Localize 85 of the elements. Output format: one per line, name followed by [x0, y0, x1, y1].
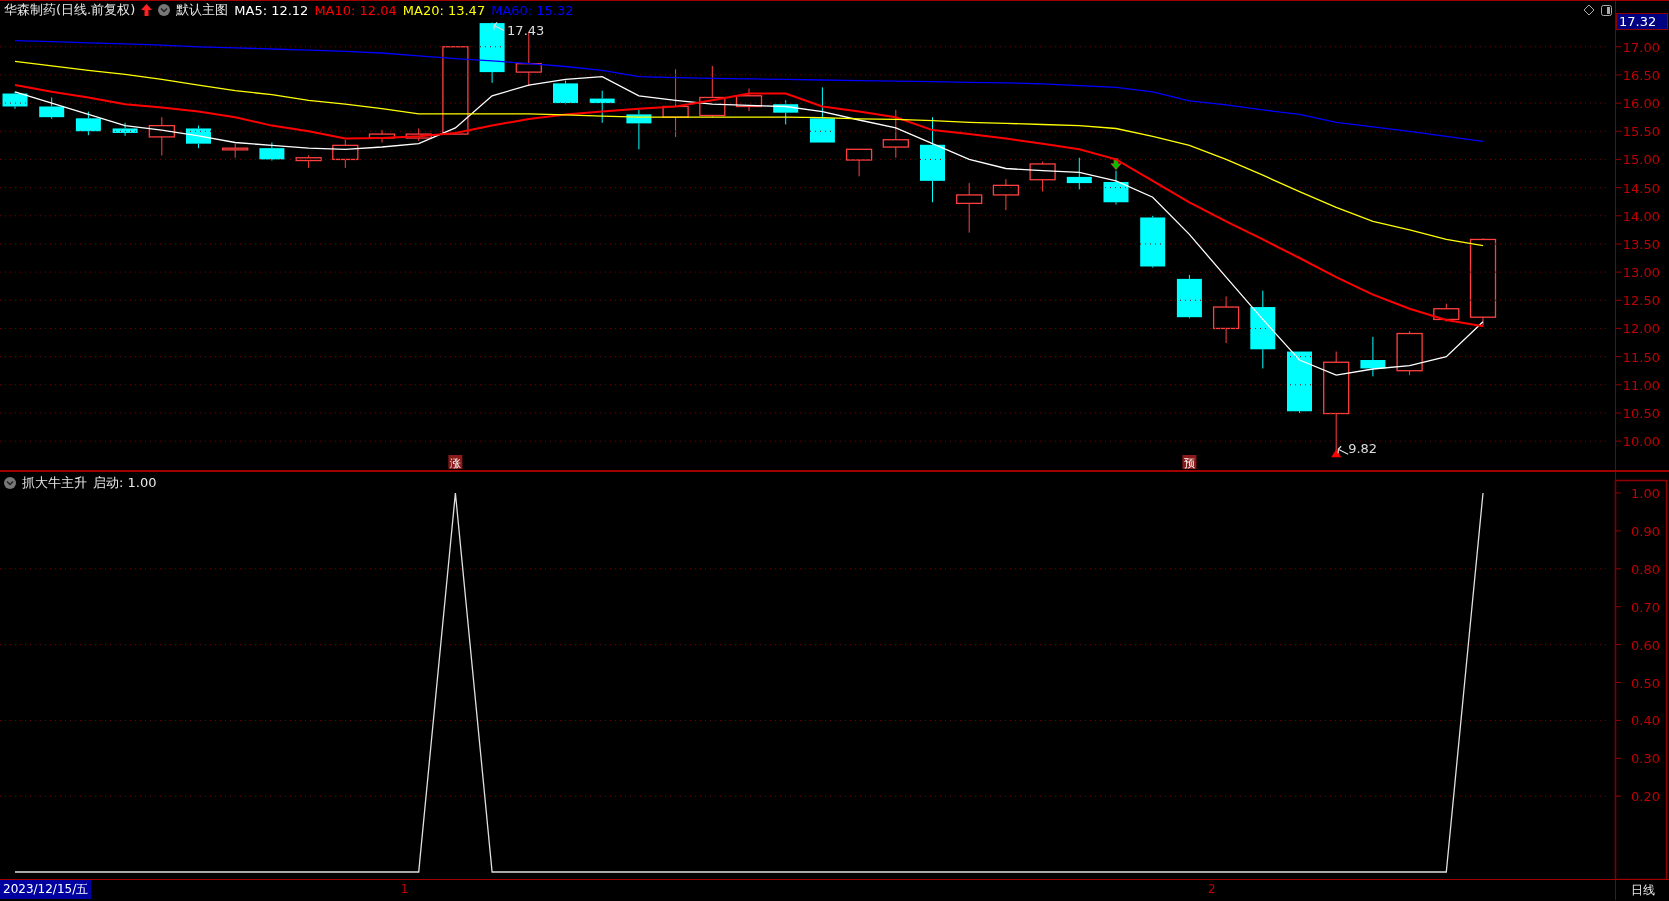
indicator-value: MA20: 13.47 [402, 2, 486, 18]
candlestick [1103, 170, 1129, 205]
chevron-down-icon[interactable] [158, 4, 171, 16]
candlestick [332, 139, 359, 169]
date-label: 2023/12/15/五 [0, 880, 92, 899]
arrow-icon [493, 21, 505, 32]
candlestick [1029, 161, 1056, 193]
candlestick [589, 90, 615, 124]
axis-label: 16.00 [1622, 96, 1660, 112]
indicator-title: 抓大牛主升 [22, 474, 87, 492]
panel-toggle-icon[interactable] [1601, 5, 1612, 16]
axis-label: 2 [1208, 882, 1216, 896]
axis-label: 12.50 [1622, 293, 1660, 309]
axis-label: 13.50 [1622, 236, 1660, 252]
candlestick [1140, 215, 1166, 269]
candlestick [1212, 295, 1240, 344]
indicator-value: MA60: 15.32 [491, 2, 574, 18]
candlestick [75, 111, 101, 136]
candlestick [1433, 303, 1460, 323]
candlestick [148, 116, 175, 156]
axis-label: 0.20 [1631, 789, 1660, 805]
candlestick [992, 178, 1020, 211]
candlestick [479, 22, 505, 84]
axis-label: 10.00 [1622, 434, 1660, 450]
candlestick [699, 65, 726, 118]
candlestick [405, 127, 432, 142]
candlestick [809, 86, 835, 144]
period-label[interactable]: 日线 [1615, 880, 1669, 900]
up-arrow-icon [141, 4, 153, 16]
axis-label: 0.80 [1631, 561, 1660, 577]
axis-label: 1.00 [1631, 486, 1660, 501]
candlestick [1066, 157, 1092, 190]
indicator-value: MA5: 12.12 [234, 2, 309, 18]
candlestick [1176, 274, 1202, 319]
indicator-value: MA10: 12.04 [314, 2, 397, 18]
candlestick [1360, 336, 1386, 377]
axis-label: 14.50 [1622, 180, 1660, 196]
axis-label: 17.00 [1622, 39, 1660, 55]
signal-marker: 涨 [448, 455, 463, 470]
stock-title: 华森制药(日线.前复权) [4, 1, 136, 19]
axis-label: 0.30 [1631, 751, 1660, 767]
axis-label: 15.50 [1622, 124, 1660, 140]
chevron-down-icon[interactable] [4, 477, 16, 489]
axis-label: 11.00 [1622, 377, 1660, 393]
current-price-label: 17.32 [1616, 13, 1668, 30]
axis-label: 12.00 [1622, 321, 1660, 337]
price-label: 9.82 [1348, 441, 1378, 457]
candlestick [295, 155, 322, 169]
candlestick [186, 125, 211, 149]
axis-label: 15.00 [1622, 152, 1660, 168]
candlestick [553, 80, 578, 105]
price-label: 17.43 [507, 22, 545, 38]
triangle-icon [1331, 449, 1342, 458]
axis-label: 14.00 [1622, 208, 1660, 224]
arrow-icon [1337, 445, 1349, 455]
signal-marker: 预 [1182, 455, 1197, 470]
axis-label: 11.50 [1622, 349, 1660, 365]
candlestick [735, 87, 763, 112]
axis-label: 0.70 [1631, 599, 1660, 615]
axis-label: 10.50 [1622, 405, 1660, 421]
axis-label: 0.40 [1631, 713, 1660, 729]
axis-label: 1 [400, 882, 409, 896]
main-chart-label[interactable]: 默认主图 [176, 1, 229, 19]
candlestick [368, 129, 396, 144]
candlestick [39, 96, 65, 120]
candlestick [662, 68, 689, 138]
candlestick [1396, 330, 1423, 376]
axis-label: 0.50 [1631, 675, 1660, 691]
candlestick [845, 148, 873, 177]
candlestick [2, 91, 28, 110]
axis-label: 0.90 [1631, 523, 1660, 539]
candlestick [882, 109, 909, 159]
down-arrow-icon [1110, 158, 1122, 170]
candlestick [259, 142, 285, 162]
candlestick [222, 143, 249, 159]
candlestick [773, 99, 799, 125]
axis-label: 0.60 [1631, 637, 1660, 653]
candlestick [626, 109, 652, 150]
candlestick [956, 182, 983, 234]
axis-label: 16.50 [1622, 67, 1660, 83]
diamond-icon[interactable] [1583, 4, 1595, 16]
candlestick [112, 122, 138, 137]
indicator-value: 启动: 1.00 [93, 474, 157, 492]
axis-label: 13.00 [1622, 265, 1660, 281]
candlestick [1287, 351, 1312, 414]
